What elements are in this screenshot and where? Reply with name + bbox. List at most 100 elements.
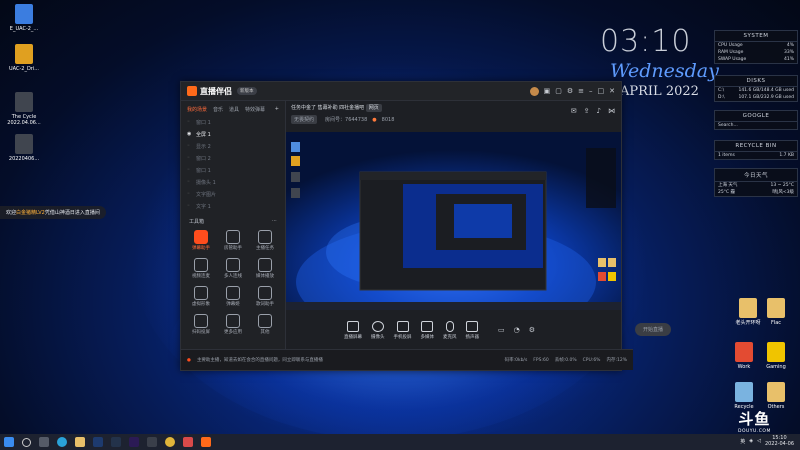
disks-widget: DISKS C:\ 141.6 GB/148.4 GB used D:\ 107.1…	[714, 75, 798, 102]
tab-my-scenes[interactable]: 我的场景	[187, 106, 207, 113]
avatar[interactable]	[529, 86, 539, 96]
tool-multi-link[interactable]: 多人连线	[217, 255, 249, 280]
edge-icon[interactable]	[57, 437, 67, 447]
desktop-icon-others[interactable]: Others	[754, 382, 798, 410]
volume-icon[interactable]: ◁	[757, 438, 761, 444]
tool-video-link[interactable]: 视频连麦	[185, 255, 217, 280]
add-screen-button[interactable]: 直播屏幕	[344, 320, 362, 340]
eye-icon[interactable]: ◦	[187, 143, 193, 149]
settings-icon[interactable]: ⚙	[567, 87, 573, 95]
photoshop-icon[interactable]	[93, 437, 103, 447]
eye-icon[interactable]: ◦	[187, 191, 193, 197]
scene-item[interactable]: ◦ 窗口 2	[181, 152, 285, 164]
scene-item[interactable]: ◦ 窗口 1	[181, 116, 285, 128]
input-language[interactable]: 英	[740, 438, 745, 445]
scene-item[interactable]: ◦ 文字图片	[181, 188, 285, 200]
chrome-icon[interactable]	[165, 437, 175, 447]
start-live-button[interactable]: 开始直播	[634, 323, 671, 336]
close-icon[interactable]: ✕	[609, 87, 615, 95]
category-badge[interactable]: 无畏契约	[291, 115, 318, 124]
message-icon[interactable]: ▢	[555, 87, 562, 95]
menu-icon[interactable]: ≡	[578, 87, 584, 95]
google-search-input[interactable]: Search...	[715, 122, 797, 129]
mail-icon[interactable]: ✉	[571, 107, 577, 115]
microphone-button[interactable]: 麦克风	[443, 320, 457, 340]
multimedia-button[interactable]: 多媒体	[421, 320, 434, 340]
desktop-icon-recording[interactable]: 20220406...	[2, 134, 46, 162]
eye-icon[interactable]: ◦	[187, 179, 193, 185]
search-icon[interactable]	[22, 437, 31, 447]
maximize-icon[interactable]: □	[598, 87, 605, 95]
link-share-icon[interactable]: ⋈	[608, 107, 615, 115]
user-icon	[226, 230, 240, 244]
task-view-icon[interactable]	[39, 437, 49, 447]
tool-streamer-tasks[interactable]: 主播任务	[249, 227, 281, 252]
tool-room-manager[interactable]: 房管助手	[217, 227, 249, 252]
stream-info: 任务中金了 售幕补助 四社金播吧 网页 无畏契约 房间号：7644738 ● 8…	[286, 101, 621, 135]
desktop-icon-flac[interactable]: Flac	[754, 298, 798, 326]
heat-value: 8018	[381, 116, 395, 123]
phone-cast-button[interactable]: 手机投屏	[394, 320, 412, 340]
tab-props[interactable]: 道具	[229, 106, 239, 113]
eye-icon[interactable]: ◉	[187, 131, 193, 137]
eye-icon[interactable]: ◦	[187, 203, 193, 209]
clock-day: Wednesday	[610, 60, 719, 82]
add-scene-icon[interactable]: +	[275, 106, 279, 113]
add-camera-button[interactable]: 摄像头	[371, 320, 385, 340]
tab-effects[interactable]: 特效弹幕	[245, 106, 265, 113]
google-widget[interactable]: GOOGLE Search...	[714, 110, 798, 130]
main-panel: 任务中金了 售幕补助 四社金播吧 网页 无畏契约 房间号：7644738 ● 8…	[286, 101, 671, 349]
minimize-icon[interactable]: –	[589, 87, 593, 95]
stream-tag[interactable]: 网页	[365, 104, 382, 112]
scene-item[interactable]: ◦ 摄像头 1	[181, 176, 285, 188]
desktop-icon-uac-driver[interactable]: UAC-2_Dri...	[2, 44, 46, 72]
gift-icon[interactable]: ▣	[544, 87, 551, 95]
tool-more-apps[interactable]: 更多应用	[217, 311, 249, 336]
more-icon[interactable]: ⋯	[272, 218, 277, 225]
taskbar-clock[interactable]: 15:10 2022-04-06	[765, 435, 794, 447]
share-icon[interactable]: ⇪	[584, 107, 590, 115]
scene-item-selected[interactable]: ◉ 全屏 1	[181, 128, 285, 140]
timer-icon[interactable]: ◔	[514, 326, 520, 334]
notice-text[interactable]: 主要助主播，知道去如在会合的直播问题，同立即联系与直播播	[197, 357, 323, 363]
tool-danmu-assistant[interactable]: 弹幕助手	[185, 227, 217, 252]
premiere-icon[interactable]	[129, 437, 139, 447]
gear-icon[interactable]: ⚙	[529, 326, 535, 334]
tool-screen-cast[interactable]: 扫码投屏	[185, 311, 217, 336]
media-icon	[258, 258, 272, 272]
tool-lyrics[interactable]: 歌词助手	[249, 283, 281, 308]
record-icon[interactable]: ▭	[498, 326, 505, 334]
stream-preview[interactable]	[286, 132, 621, 310]
source-toolbar: 直播屏幕 摄像头 手机投屏 多媒体 麦克风 扬声器 ▭ ◔ ⚙ 开始直播	[286, 313, 679, 347]
streaming-app-taskbar-icon[interactable]	[201, 437, 211, 447]
scene-item[interactable]: ◦ 文字 1	[181, 200, 285, 212]
toolbox-header: 工具箱 ⋯	[189, 218, 277, 225]
steam-icon[interactable]	[111, 437, 121, 447]
eye-icon[interactable]: ◦	[187, 155, 193, 161]
recycle-bin-widget: RECYCLE BIN 1 items 1.7 KB	[714, 140, 798, 160]
bell-icon[interactable]: ♪	[597, 107, 601, 115]
network-icon[interactable]: ◈	[749, 438, 753, 444]
eye-icon[interactable]: ◦	[187, 119, 193, 125]
tool-danmu-girl[interactable]: 弹幕姬	[217, 283, 249, 308]
explorer-icon[interactable]	[75, 437, 85, 447]
scene-item[interactable]: ◦ 显示 2	[181, 140, 285, 152]
music-icon[interactable]	[183, 437, 193, 447]
folder-icon	[767, 342, 785, 362]
tool-media-player[interactable]: 媒体播放	[249, 255, 281, 280]
desktop-icon-gaming[interactable]: Gaming	[754, 342, 798, 370]
eye-icon[interactable]: ◦	[187, 167, 193, 173]
stream-title[interactable]: 任务中金了 售幕补助 四社金播吧	[291, 105, 364, 111]
tool-other[interactable]: 其他	[249, 311, 281, 336]
speaker-button[interactable]: 扬声器	[466, 320, 479, 340]
scene-item[interactable]: ◦ 窗口 1	[181, 164, 285, 176]
media-app-icon[interactable]	[147, 437, 157, 447]
microphone-icon	[445, 320, 454, 332]
start-icon[interactable]	[4, 437, 14, 447]
desktop-icon-the-cycle[interactable]: The Cycle 2022.04.06...	[2, 92, 46, 126]
version-badge[interactable]: 新版本	[237, 87, 257, 95]
bitrate: 码率:0kb/s	[504, 358, 528, 363]
desktop-icon-uac[interactable]: E_UAC-2_...	[2, 4, 46, 32]
tool-avatar[interactable]: 虚拟形象	[185, 283, 217, 308]
tab-music[interactable]: 音乐	[213, 106, 223, 113]
